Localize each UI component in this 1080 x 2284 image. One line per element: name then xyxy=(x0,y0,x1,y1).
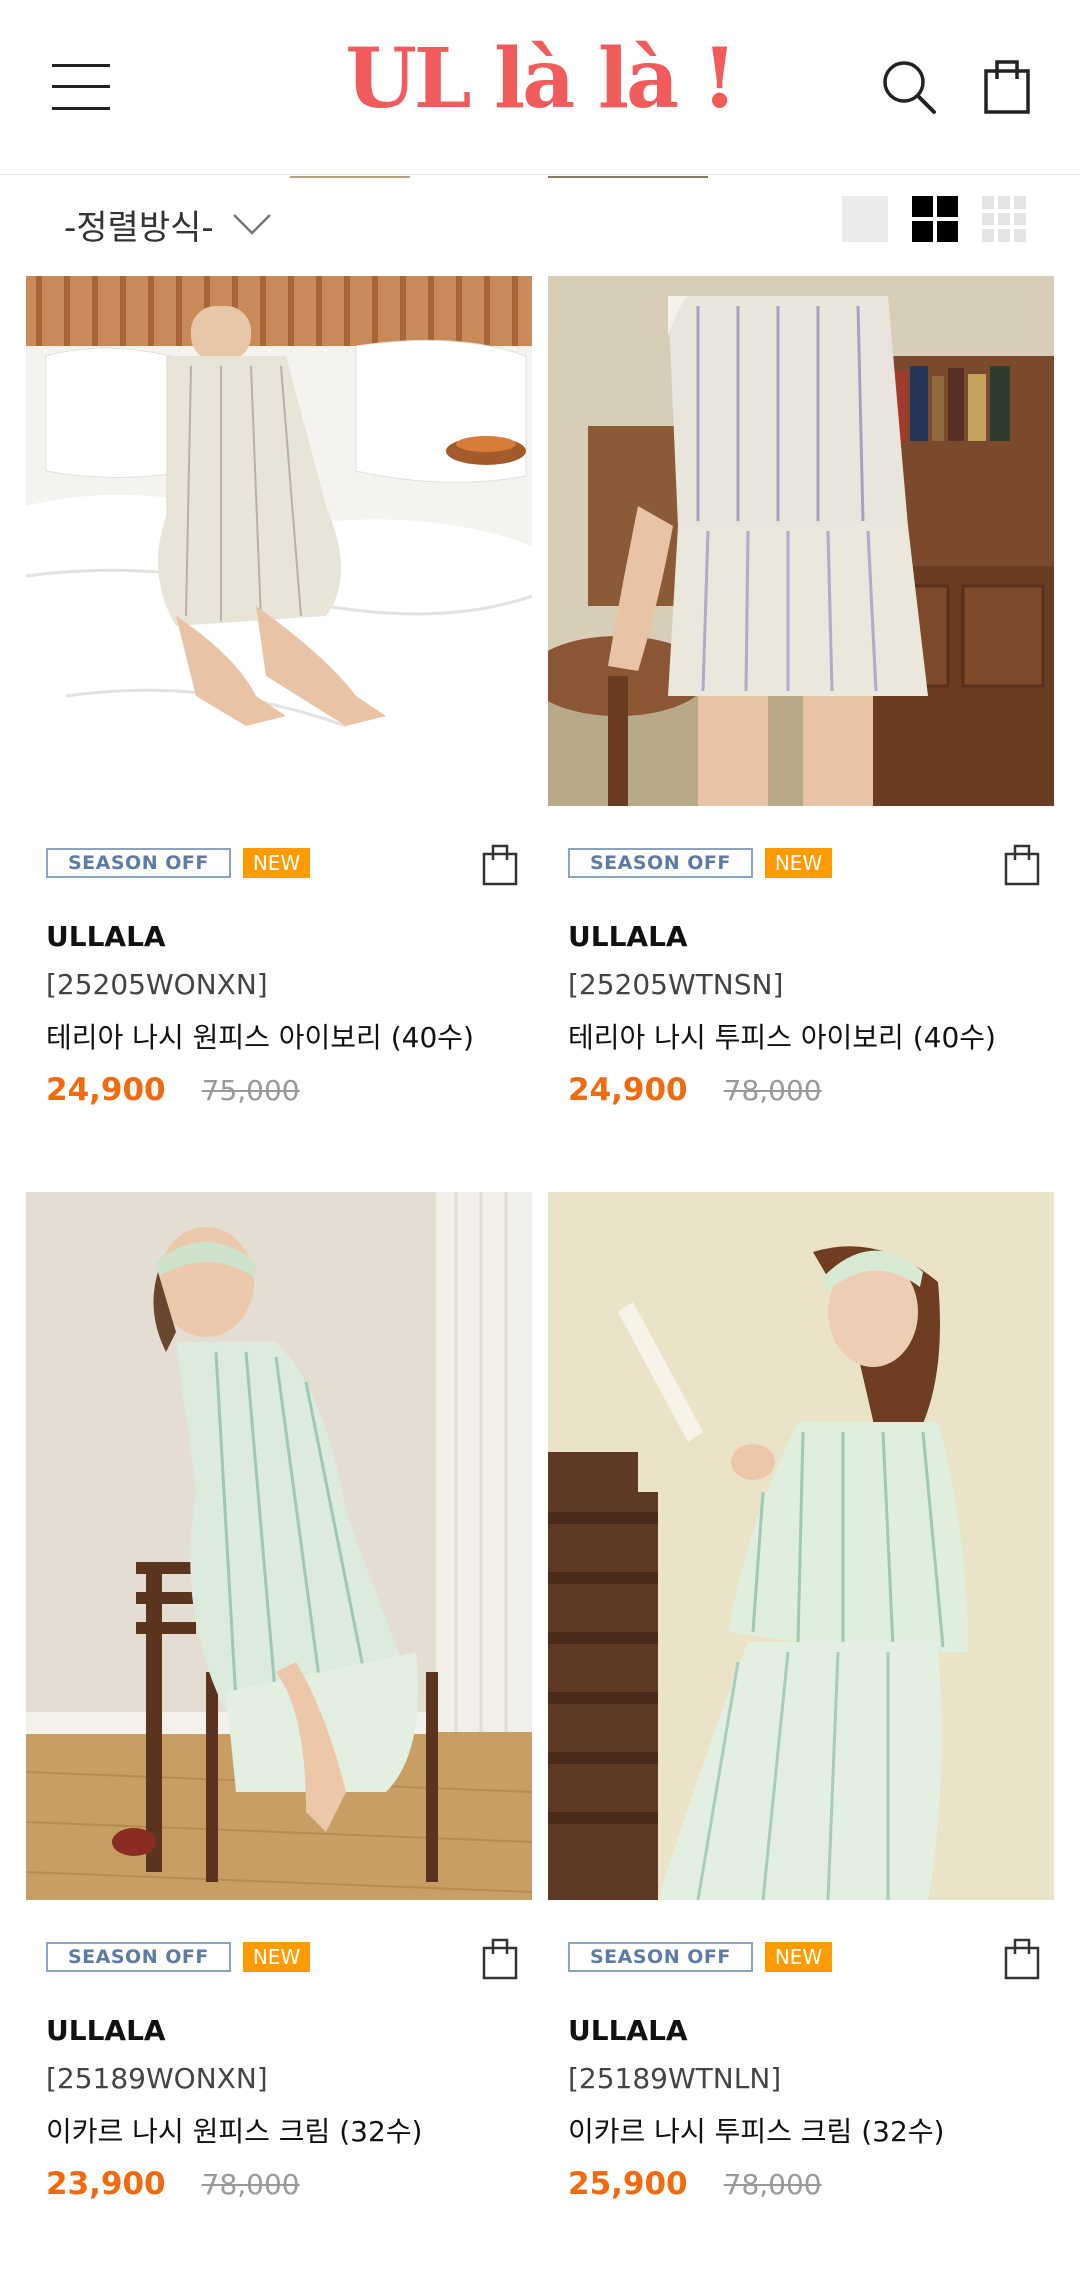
badge-row: SEASON OFF NEW xyxy=(46,848,311,878)
price-row: 24,900 75,000 xyxy=(46,1072,300,1108)
add-to-cart-icon[interactable] xyxy=(1004,1936,1040,1980)
add-to-cart-icon[interactable] xyxy=(482,842,518,886)
sale-price: 24,900 xyxy=(46,1072,166,1108)
product-brand: ULLALA xyxy=(568,920,688,953)
product-brand: ULLALA xyxy=(568,2014,688,2047)
sale-price: 24,900 xyxy=(568,1072,688,1108)
original-price: 75,000 xyxy=(201,1074,300,1107)
product-name[interactable]: 테리아 나시 원피스 아이보리 (40수) xyxy=(46,1016,474,1056)
single-column-view-icon[interactable] xyxy=(842,196,888,242)
product-brand: ULLALA xyxy=(46,2014,166,2047)
new-badge: NEW xyxy=(764,848,833,878)
add-to-cart-icon[interactable] xyxy=(482,1936,518,1980)
new-badge: NEW xyxy=(242,1942,311,1972)
new-badge: NEW xyxy=(242,848,311,878)
sale-price: 23,900 xyxy=(46,2166,166,2202)
product-image[interactable] xyxy=(548,1192,1054,1900)
price-row: 25,900 78,000 xyxy=(568,2166,822,2202)
badge-row: SEASON OFF NEW xyxy=(568,1942,833,1972)
product-name[interactable]: 이카르 나시 원피스 크림 (32수) xyxy=(46,2110,422,2150)
badge-row: SEASON OFF NEW xyxy=(568,848,833,878)
product-image[interactable] xyxy=(548,276,1054,806)
original-price: 78,000 xyxy=(723,2168,822,2201)
product-brand: ULLALA xyxy=(46,920,166,953)
sort-toolbar: -정렬방식- xyxy=(0,176,1080,276)
price-row: 23,900 78,000 xyxy=(46,2166,300,2202)
product-code: [25205WONXN] xyxy=(46,968,268,1001)
app-header: UL là là ! xyxy=(0,0,1080,175)
product-card[interactable]: SEASON OFF NEW ULLALA [25189WONXN] 이카르 나… xyxy=(26,1192,532,2284)
sort-label: -정렬방식- xyxy=(64,207,214,248)
season-off-badge: SEASON OFF xyxy=(46,1942,231,1972)
new-badge: NEW xyxy=(764,1942,833,1972)
chevron-down-icon xyxy=(232,214,271,235)
season-off-badge: SEASON OFF xyxy=(568,1942,753,1972)
product-image[interactable] xyxy=(26,1192,532,1900)
sort-dropdown[interactable]: -정렬방식- xyxy=(64,194,272,254)
original-price: 78,000 xyxy=(723,1074,822,1107)
badge-row: SEASON OFF NEW xyxy=(46,1942,311,1972)
add-to-cart-icon[interactable] xyxy=(1004,842,1040,886)
shopping-bag-icon[interactable] xyxy=(982,55,1032,115)
search-icon[interactable] xyxy=(880,58,938,116)
season-off-badge: SEASON OFF xyxy=(46,848,231,878)
season-off-badge: SEASON OFF xyxy=(568,848,753,878)
product-code: [25205WTNSN] xyxy=(568,968,784,1001)
sale-price: 25,900 xyxy=(568,2166,688,2202)
two-column-view-icon[interactable] xyxy=(912,196,958,242)
product-image[interactable] xyxy=(26,276,532,806)
original-price: 78,000 xyxy=(201,2168,300,2201)
product-card[interactable]: SEASON OFF NEW ULLALA [25189WTNLN] 이카르 나… xyxy=(548,1192,1054,2284)
three-column-view-icon[interactable] xyxy=(982,196,1028,242)
product-name[interactable]: 이카르 나시 투피스 크림 (32수) xyxy=(568,2110,944,2150)
product-code: [25189WTNLN] xyxy=(568,2062,782,2095)
product-card[interactable]: SEASON OFF NEW ULLALA [25205WONXN] 테리아 나… xyxy=(26,276,532,1146)
price-row: 24,900 78,000 xyxy=(568,1072,822,1108)
product-name[interactable]: 테리아 나시 투피스 아이보리 (40수) xyxy=(568,1016,996,1056)
product-code: [25189WONXN] xyxy=(46,2062,268,2095)
product-card[interactable]: SEASON OFF NEW ULLALA [25205WTNSN] 테리아 나… xyxy=(548,276,1054,1146)
image-edge xyxy=(290,176,410,178)
image-edge xyxy=(548,176,708,178)
